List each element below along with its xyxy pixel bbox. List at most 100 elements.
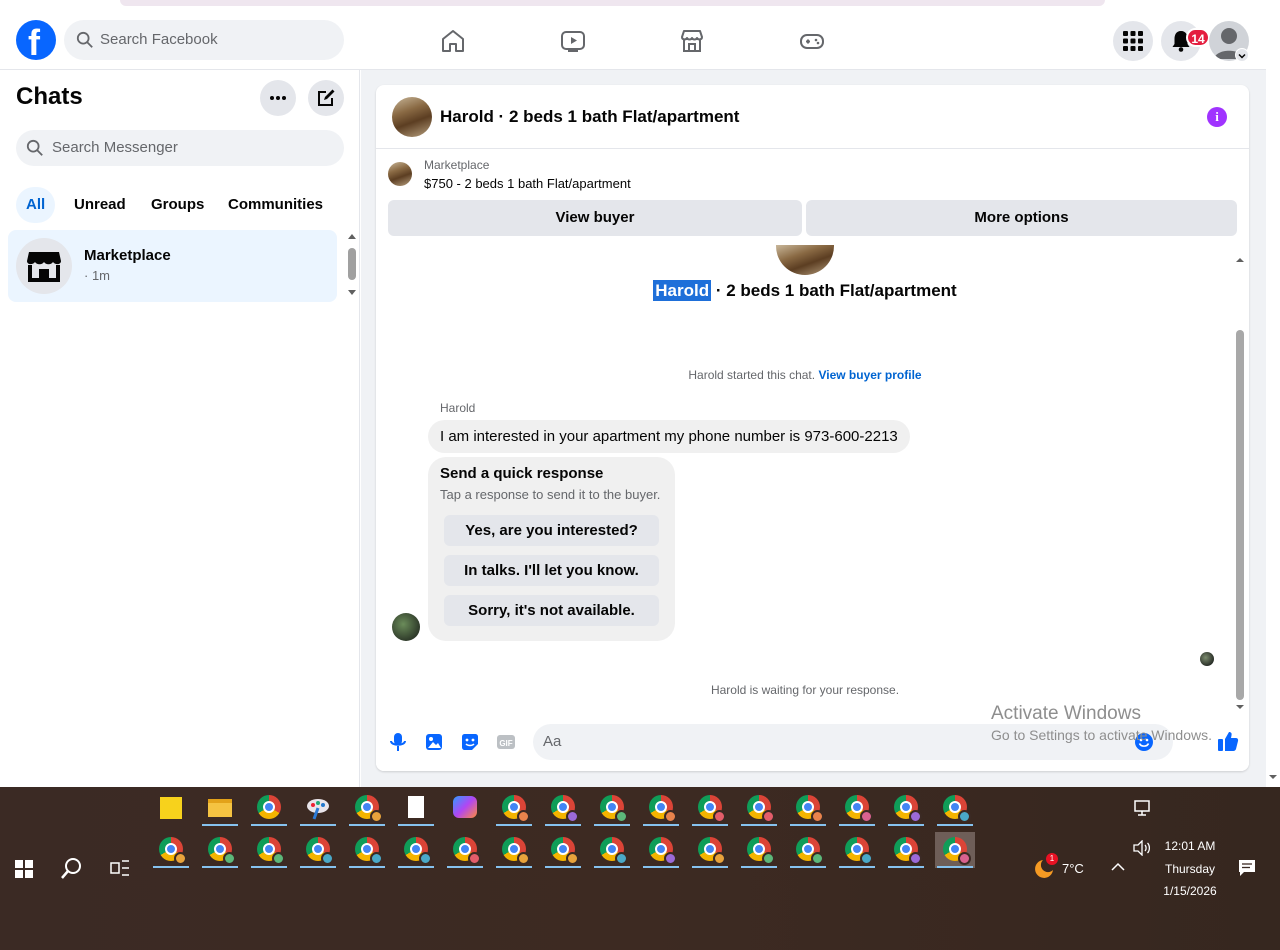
messenger-search-input[interactable]: Search Messenger: [16, 130, 344, 166]
chrome-profile-app[interactable]: [641, 790, 681, 826]
facebook-header: f Search Facebook 14: [0, 12, 1266, 70]
marketplace-icon[interactable]: [679, 28, 705, 54]
quick-response-yes[interactable]: Yes, are you interested?: [444, 515, 659, 546]
sticker-icon[interactable]: [460, 732, 480, 752]
chrome-profile-app[interactable]: [151, 832, 191, 868]
search-placeholder: Search Messenger: [52, 139, 178, 156]
network-icon[interactable]: [1133, 800, 1151, 816]
new-message-button[interactable]: [308, 80, 344, 116]
chrome-profile-app[interactable]: [543, 832, 583, 868]
account-chevron-down-icon[interactable]: [1235, 48, 1249, 62]
gif-icon[interactable]: GIF: [496, 732, 516, 752]
chrome-profile-app[interactable]: [935, 790, 975, 826]
sender-avatar[interactable]: [392, 613, 420, 641]
conversation-header: Harold · 2 beds 1 bath Flat/apartment i: [376, 85, 1249, 149]
listing-thumbnail[interactable]: [388, 162, 412, 186]
thread-scroll-thumb[interactable]: [1236, 330, 1244, 700]
search-icon[interactable]: [61, 857, 83, 879]
chrome-profile-app[interactable]: [690, 790, 730, 826]
photo-icon[interactable]: [424, 732, 444, 752]
chrome-app[interactable]: [249, 790, 289, 826]
browser-top-strip: [0, 0, 1280, 12]
folder-icon: [208, 799, 232, 817]
chrome-icon: [257, 837, 285, 865]
gaming-icon[interactable]: [799, 28, 825, 54]
chrome-profile-app-active[interactable]: [935, 832, 975, 868]
chrome-profile-app[interactable]: [347, 832, 387, 868]
chrome-profile-app[interactable]: [886, 832, 926, 868]
chrome-profile-app[interactable]: [249, 832, 289, 868]
info-icon[interactable]: i: [1207, 107, 1227, 127]
chrome-icon: [453, 837, 481, 865]
scroll-up-arrow-icon[interactable]: [1235, 255, 1245, 265]
page-scrollbar[interactable]: [1266, 0, 1280, 787]
volume-icon[interactable]: [1133, 840, 1151, 856]
seen-receipt-avatar: [1200, 652, 1214, 666]
chrome-profile-app[interactable]: [592, 832, 632, 868]
sticky-notes-app[interactable]: [151, 790, 191, 826]
chrome-icon: [649, 795, 677, 823]
facebook-logo[interactable]: f: [16, 20, 56, 63]
chrome-profile-app[interactable]: [592, 790, 632, 826]
chrome-profile-app[interactable]: [494, 832, 534, 868]
task-view-icon[interactable]: [110, 859, 130, 877]
view-buyer-button[interactable]: View buyer: [388, 200, 802, 236]
conversation-title[interactable]: Harold · 2 beds 1 bath Flat/apartment: [440, 107, 739, 127]
thumbs-up-icon[interactable]: [1217, 730, 1239, 752]
chrome-profile-app[interactable]: [886, 790, 926, 826]
chrome-profile-app[interactable]: [200, 832, 240, 868]
filter-tab-unread[interactable]: Unread: [64, 187, 136, 223]
marketplace-avatar: [16, 238, 72, 294]
chrome-profile-app[interactable]: [739, 832, 779, 868]
marketplace-store-icon: [27, 252, 61, 282]
chat-options-button[interactable]: [260, 80, 296, 116]
chrome-profile-app[interactable]: [396, 832, 436, 868]
chrome-profile-app[interactable]: [788, 790, 828, 826]
clock-day[interactable]: Thursday: [1160, 862, 1220, 876]
chrome-profile-app[interactable]: [445, 832, 485, 868]
listing-price-title[interactable]: $750 - 2 beds 1 bath Flat/apartment: [424, 176, 631, 191]
chrome-profile-app[interactable]: [641, 832, 681, 868]
temperature[interactable]: 7°C: [1062, 861, 1084, 876]
chrome-profile-app[interactable]: [543, 790, 583, 826]
chrome-profile-app[interactable]: [494, 790, 534, 826]
sidebar-scrollbar[interactable]: [347, 230, 357, 300]
filter-tab-groups[interactable]: Groups: [141, 187, 214, 223]
chat-list-item-marketplace[interactable]: Marketplace · 1m: [8, 230, 337, 302]
notification-center-icon[interactable]: [1238, 859, 1256, 877]
file-explorer-app[interactable]: [200, 790, 240, 826]
chrome-profile-app[interactable]: [298, 832, 338, 868]
windows-start-icon[interactable]: [15, 860, 33, 878]
filter-tab-communities[interactable]: Communities: [218, 187, 333, 223]
listing-avatar[interactable]: [392, 97, 432, 137]
paint-app[interactable]: [298, 790, 338, 826]
home-icon[interactable]: [440, 28, 466, 54]
microphone-icon[interactable]: [388, 732, 408, 752]
chrome-profile-app[interactable]: [837, 790, 877, 826]
filter-tab-all[interactable]: All: [16, 187, 56, 223]
chrome-profile-app[interactable]: [788, 832, 828, 868]
chrome-profile-app[interactable]: [690, 832, 730, 868]
notepad-app[interactable]: [396, 790, 436, 826]
quick-response-in-talks[interactable]: In talks. I'll let you know.: [444, 555, 659, 586]
chevron-up-icon[interactable]: [1111, 862, 1125, 872]
thread-scrollbar[interactable]: [1235, 255, 1245, 709]
more-options-button[interactable]: More options: [806, 200, 1237, 236]
menu-button[interactable]: [1113, 21, 1153, 61]
clock-date[interactable]: 1/15/2026: [1160, 884, 1220, 898]
video-icon[interactable]: [560, 28, 586, 54]
chrome-profile-app[interactable]: [347, 790, 387, 826]
weather-widget[interactable]: 1: [1033, 853, 1058, 880]
search-placeholder: Search Facebook: [100, 31, 218, 48]
chrome-profile-app[interactable]: [837, 832, 877, 868]
facebook-search-input[interactable]: Search Facebook: [64, 20, 344, 60]
copilot-app[interactable]: [445, 790, 485, 826]
watermark-title: Activate Windows: [991, 703, 1141, 724]
chrome-icon: [747, 795, 775, 823]
quick-response-not-available[interactable]: Sorry, it's not available.: [444, 595, 659, 626]
incoming-message-bubble[interactable]: I am interested in your apartment my pho…: [428, 420, 910, 453]
view-buyer-profile-link[interactable]: View buyer profile: [818, 368, 921, 382]
page-scroll-down-arrow-icon[interactable]: [1268, 772, 1278, 782]
chrome-profile-app[interactable]: [739, 790, 779, 826]
clock-time[interactable]: 12:01 AM: [1160, 839, 1220, 853]
